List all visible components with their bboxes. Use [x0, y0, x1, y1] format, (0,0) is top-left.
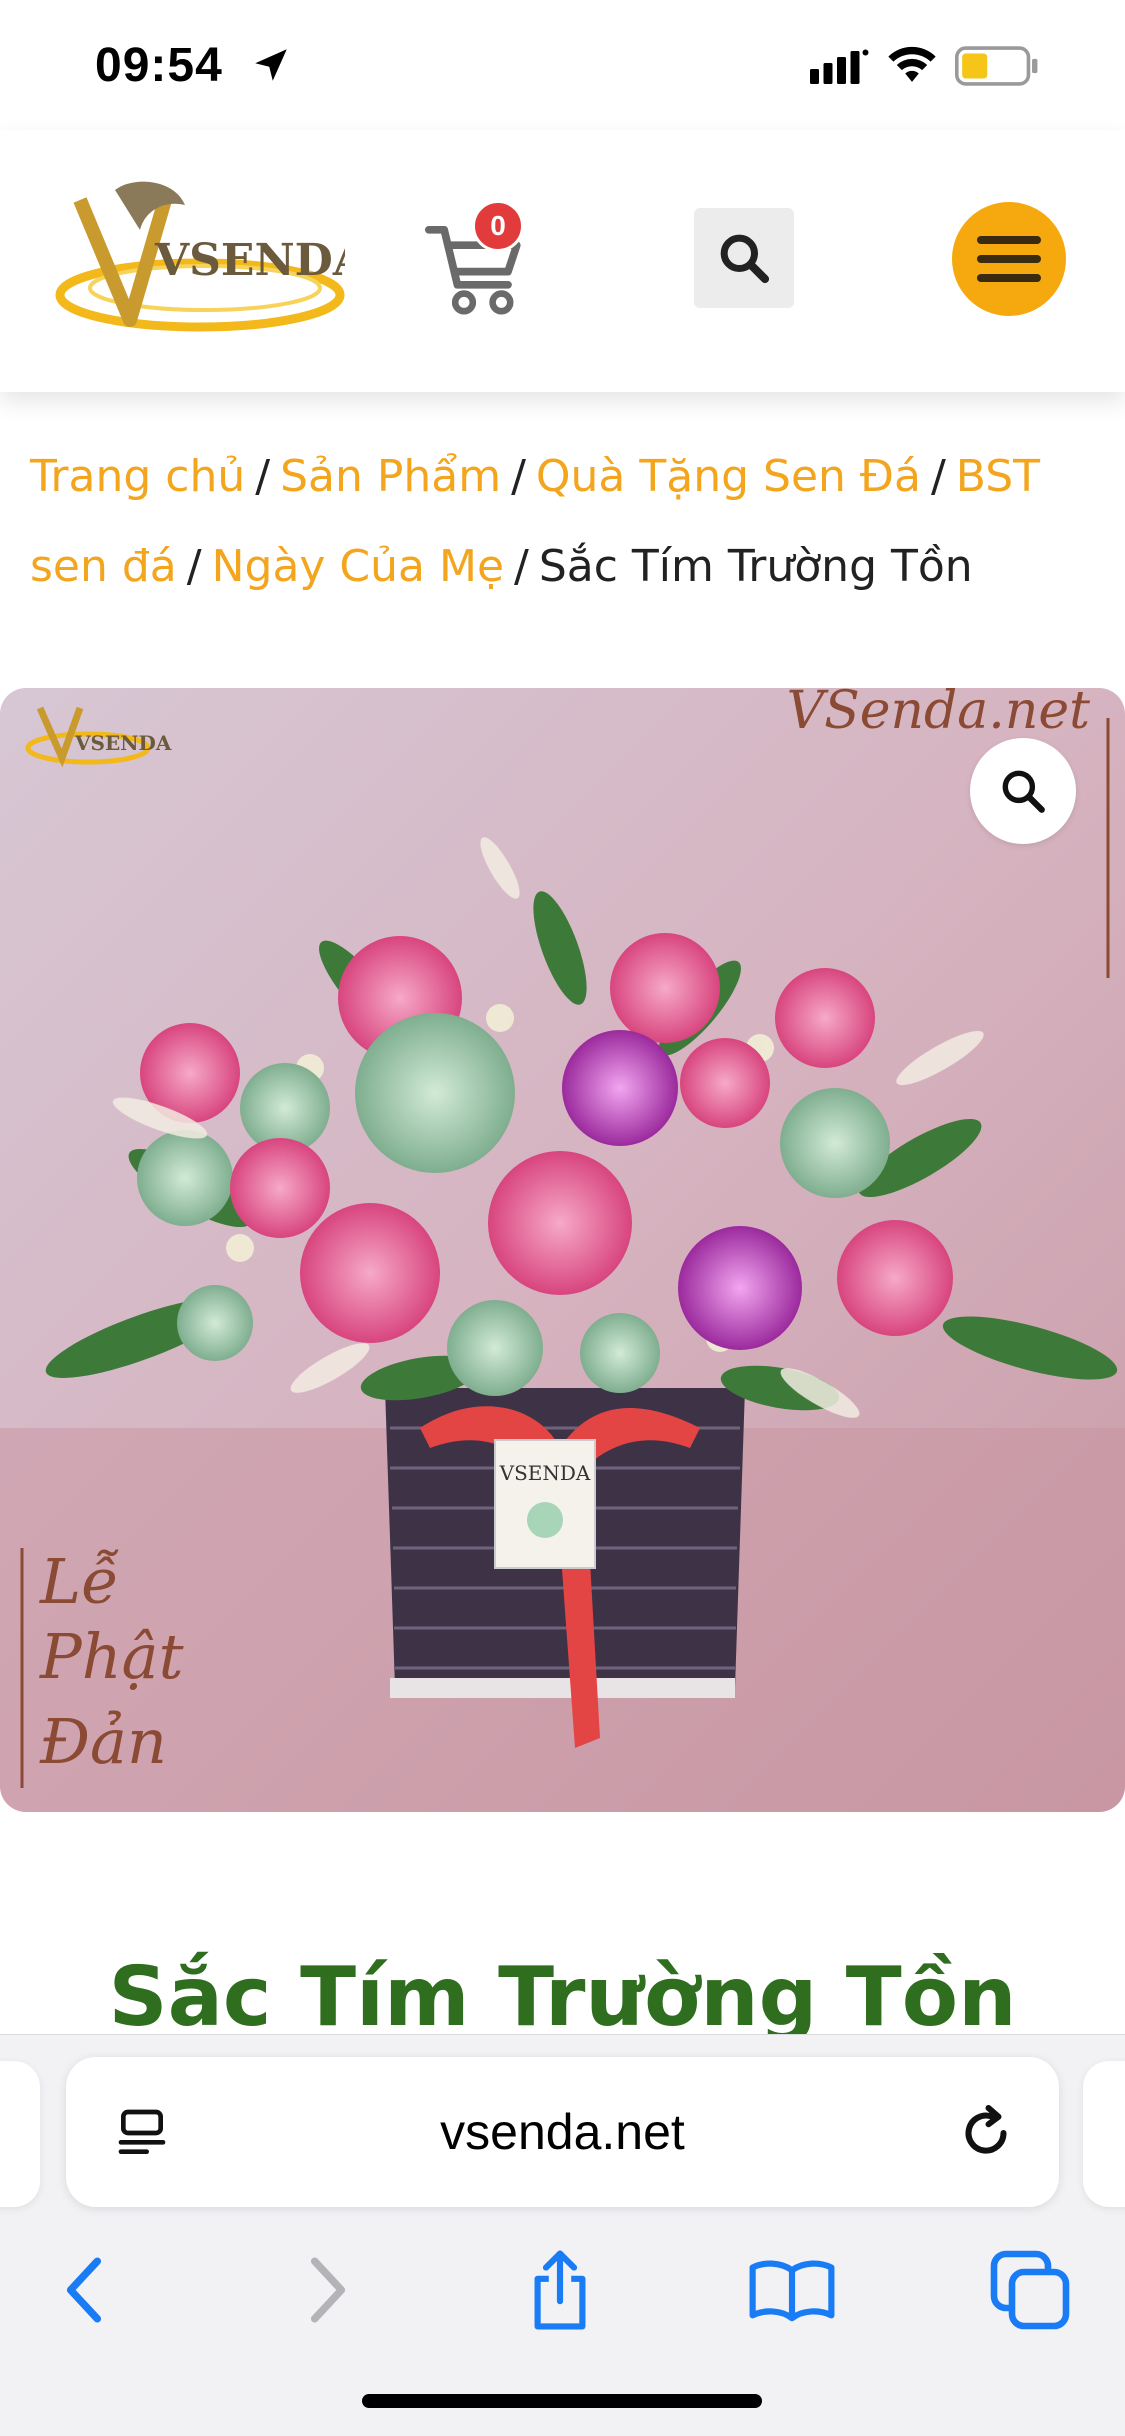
breadcrumb-link-home[interactable]: Trang chủ [30, 451, 245, 502]
status-time: 09:54 [95, 39, 223, 92]
reload-icon[interactable] [956, 2103, 1016, 2163]
breadcrumb-separator: / [255, 451, 271, 502]
watermark-line-3: Đản [39, 1705, 167, 1778]
breadcrumb-separator: / [514, 541, 529, 592]
breadcrumb-separator: / [186, 541, 202, 592]
previous-tab-card[interactable] [0, 2061, 40, 2207]
watermark-line-2: Phật [39, 1620, 184, 1693]
share-icon [534, 2250, 586, 2330]
book-icon [749, 2260, 835, 2322]
forward-button[interactable] [272, 2235, 382, 2345]
breadcrumb: Trang chủ / Sản Phẩm / Quà Tặng Sen Đá / BST s… [30, 432, 1110, 612]
cellular-signal-icon [810, 49, 869, 84]
zoom-button[interactable] [970, 738, 1076, 844]
watermark-site: VSenda.net [787, 688, 1091, 741]
back-button[interactable] [30, 2235, 140, 2345]
cart-count-badge: 0 [472, 200, 524, 252]
search-button[interactable] [694, 208, 794, 308]
breadcrumb-link-products[interactable]: Sản Phẩm [280, 451, 501, 502]
url-text: vsenda.net [440, 2104, 685, 2160]
search-icon [720, 234, 770, 284]
logo-text: VSENDA [154, 235, 345, 286]
tabs-icon [990, 2250, 1070, 2330]
bookmarks-button[interactable] [737, 2235, 847, 2345]
chevron-left-icon [66, 2257, 102, 2323]
breadcrumb-link-gifts[interactable]: Quà Tặng Sen Đá [536, 451, 921, 502]
wifi-icon [888, 46, 936, 82]
chevron-right-icon [310, 2257, 346, 2323]
tag-text: VSENDA [499, 1461, 591, 1485]
home-indicator [362, 2394, 762, 2408]
menu-button[interactable] [952, 202, 1066, 316]
image-corner-logo-text: VSENDA [74, 731, 172, 755]
breadcrumb-link-mothers-day[interactable]: Ngày Của Mẹ [212, 541, 504, 592]
next-tab-card[interactable] [1083, 2061, 1125, 2207]
breadcrumb-separator: / [930, 451, 946, 502]
browser-toolbar: vsenda.net [0, 2034, 1125, 2436]
breadcrumb-separator: / [511, 451, 526, 502]
browser-nav-row [0, 2235, 1125, 2355]
tabs-button[interactable] [975, 2235, 1085, 2345]
magnifier-icon [1002, 770, 1045, 813]
breadcrumb-current: Sắc Tím Trường Tồn [538, 541, 973, 592]
product-image[interactable]: VSENDA VSENDA VSenda.net Lễ Phật Đản [0, 688, 1125, 1812]
address-bar[interactable]: vsenda.net [66, 2057, 1059, 2207]
hamburger-menu-icon [977, 236, 1041, 282]
status-bar: 09:54 [0, 0, 1125, 130]
location-arrow-icon [255, 49, 287, 81]
product-photo: VSENDA VSENDA VSenda.net Lễ Phật Đản [0, 688, 1125, 1812]
product-title: Sắc Tím Trường Tồn [108, 1950, 1017, 2045]
share-button[interactable] [505, 2235, 615, 2345]
watermark-line-1: Lễ [39, 1545, 119, 1618]
battery-icon [955, 46, 1038, 86]
vsenda-logo[interactable]: VSENDA [55, 170, 345, 345]
site-header: VSENDA 0 [0, 130, 1125, 392]
